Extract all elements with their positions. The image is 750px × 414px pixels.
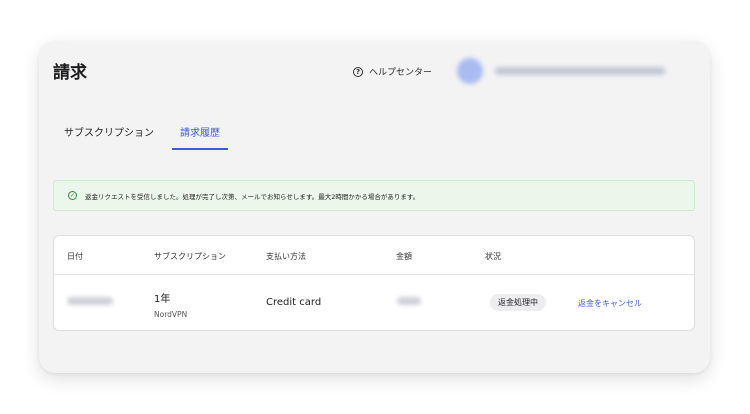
date-redacted — [67, 297, 113, 305]
column-header-payment: 支払い方法 — [266, 252, 306, 261]
billing-card: 請求 ? ヘルプセンター サブスクリプション 請求履歴 ✓ 返金リクエストを受信… — [39, 41, 710, 373]
plan-product: NordVPN — [154, 310, 188, 319]
alert-message: 返金リクエストを受信しました。処理が完了し次第、メールでお知らせします。最大2時… — [85, 192, 420, 201]
avatar — [457, 58, 483, 84]
plan-cell: 1年 NordVPN — [154, 290, 187, 319]
help-center-label: ヘルプセンター — [369, 68, 433, 78]
table-header: 日付 サブスクリプション 支払い方法 金額 状況 — [54, 236, 694, 275]
column-header-status: 状況 — [485, 252, 501, 261]
tab-billing-history[interactable]: 請求履歴 — [172, 124, 228, 150]
column-header-subscription: サブスクリプション — [154, 252, 226, 261]
account-menu[interactable] — [457, 57, 691, 85]
status-badge: 返金処理中 — [490, 294, 546, 311]
tab-bar: サブスクリプション 請求履歴 — [64, 124, 228, 150]
payment-method: Credit card — [266, 297, 322, 308]
success-alert: ✓ 返金リクエストを受信しました。処理が完了し次第、メールでお知らせします。最大… — [53, 180, 695, 211]
page-title: 請求 — [53, 63, 87, 83]
column-header-amount: 金額 — [396, 252, 412, 261]
help-center-link[interactable]: ? ヘルプセンター — [353, 65, 432, 78]
plan-duration: 1年 — [154, 294, 171, 305]
cancel-refund-link[interactable]: 返金をキャンセル — [578, 298, 642, 309]
check-circle-icon: ✓ — [68, 191, 77, 200]
billing-table: 日付 サブスクリプション 支払い方法 金額 状況 1年 NordVPN Cred… — [53, 235, 695, 331]
amount-redacted — [397, 297, 421, 305]
tab-subscriptions[interactable]: サブスクリプション — [64, 124, 154, 150]
table-row: 1年 NordVPN Credit card 返金処理中 返金をキャンセル — [54, 275, 694, 332]
help-icon: ? — [353, 66, 363, 77]
column-header-date: 日付 — [67, 252, 83, 261]
account-email-redacted — [495, 67, 665, 75]
